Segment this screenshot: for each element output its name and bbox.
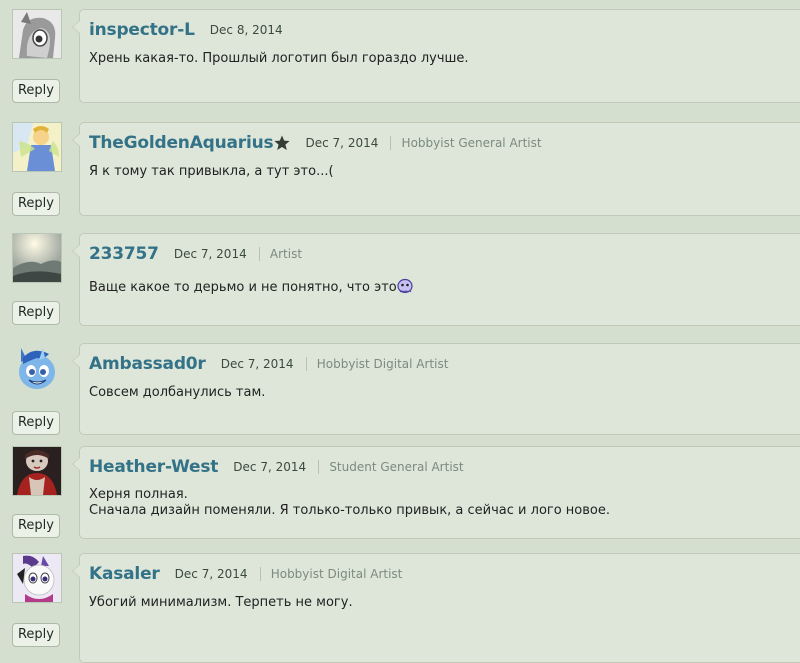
comment-bubble: inspector-L Dec 8, 2014 Хрень какая-то. … [72, 9, 800, 103]
comment-date[interactable]: Dec 7, 2014 [306, 136, 379, 150]
username-link[interactable]: TheGoldenAquarius [89, 133, 274, 153]
comment-text: Совсем долбанулись там. [89, 385, 265, 401]
user-avatar[interactable] [12, 9, 62, 59]
comment-text: Херня полная. Сначала дизайн поменяли. Я… [89, 487, 610, 519]
divider [258, 246, 260, 261]
reply-button[interactable]: Reply [12, 623, 60, 647]
comment-line: Совсем долбанулись там. [89, 385, 266, 400]
reply-button[interactable]: Reply [12, 411, 60, 435]
user-role: Hobbyist General Artist [401, 135, 542, 150]
comment-line: Херня полная. [89, 487, 188, 502]
username-link[interactable]: Heather-West [89, 457, 218, 477]
comment-date[interactable]: Dec 7, 2014 [221, 357, 294, 371]
user-avatar[interactable] [12, 122, 62, 172]
comment-line: Убогий минимализм. Терпеть не могу. [89, 595, 353, 610]
comment-header: 233757 Dec 7, 2014 Artist [89, 243, 302, 265]
comment-header: Ambassad0r Dec 7, 2014 Hobbyist Digital … [89, 353, 448, 375]
comment-line: Хрень какая-то. Прошлый логотип был гора… [89, 51, 469, 66]
comment-line: Сначала дизайн поменяли. Я только-только… [89, 503, 611, 518]
blue-pony-avatar-icon [13, 344, 61, 392]
comment-bubble: Heather-West Dec 7, 2014 Student General… [72, 446, 800, 539]
comment-line: Ваще какое то дерьмо и не понятно, что э… [89, 280, 397, 295]
comment-text: Ваще какое то дерьмо и не понятно, что э… [89, 278, 413, 296]
username-link[interactable]: Ambassad0r [89, 354, 206, 374]
comment-header: Heather-West Dec 7, 2014 Student General… [89, 456, 464, 478]
username-link[interactable]: inspector-L [89, 20, 195, 40]
user-role: Student General Artist [329, 459, 464, 474]
user-role: Hobbyist Digital Artist [316, 356, 449, 371]
username-link[interactable]: Kasaler [89, 564, 160, 584]
divider [390, 135, 392, 150]
comment-header: inspector-L Dec 8, 2014 [89, 19, 283, 41]
comment-line: Я к тому так привыкла, а тут это...( [89, 164, 334, 179]
username-link[interactable]: 233757 [89, 244, 159, 264]
divider [305, 356, 307, 371]
divider [318, 459, 320, 474]
comment-date[interactable]: Dec 8, 2014 [210, 23, 283, 37]
white-pony-avatar-icon [13, 554, 61, 602]
comment-text: Убогий минимализм. Терпеть не могу. [89, 595, 353, 611]
user-avatar[interactable] [12, 446, 62, 496]
comment-bubble: Kasaler Dec 7, 2014 Hobbyist Digital Art… [72, 553, 800, 663]
blob-emoticon-icon [397, 278, 413, 294]
comment-date[interactable]: Dec 7, 2014 [174, 247, 247, 261]
reply-button[interactable]: Reply [12, 301, 60, 325]
comment-header: TheGoldenAquarius Dec 7, 2014 Hobbyist G… [89, 132, 542, 154]
divider [259, 566, 261, 581]
comment-date[interactable]: Dec 7, 2014 [175, 567, 248, 581]
gray-pony-avatar-icon [13, 10, 61, 58]
comment-text: Я к тому так привыкла, а тут это...( [89, 164, 334, 180]
user-avatar[interactable] [12, 553, 62, 603]
reply-button[interactable]: Reply [12, 192, 60, 216]
comment-header: Kasaler Dec 7, 2014 Hobbyist Digital Art… [89, 563, 402, 585]
user-avatar[interactable] [12, 233, 62, 283]
fairy-avatar-icon [13, 123, 61, 171]
comment-text: Хрень какая-то. Прошлый логотип был гора… [89, 51, 469, 67]
star-icon [274, 135, 291, 150]
user-role: Hobbyist Digital Artist [270, 566, 403, 581]
reply-button[interactable]: Reply [12, 514, 60, 538]
user-role: Artist [269, 246, 303, 261]
comment-bubble: 233757 Dec 7, 2014 Artist Ваще какое то … [72, 233, 800, 326]
comment-bubble: Ambassad0r Dec 7, 2014 Hobbyist Digital … [72, 343, 800, 435]
landscape-avatar-icon [13, 234, 61, 282]
comment-bubble: TheGoldenAquarius Dec 7, 2014 Hobbyist G… [72, 122, 800, 216]
reply-button[interactable]: Reply [12, 79, 60, 103]
portrait-avatar-icon [13, 447, 61, 495]
user-avatar[interactable] [12, 343, 62, 393]
comment-date[interactable]: Dec 7, 2014 [233, 460, 306, 474]
